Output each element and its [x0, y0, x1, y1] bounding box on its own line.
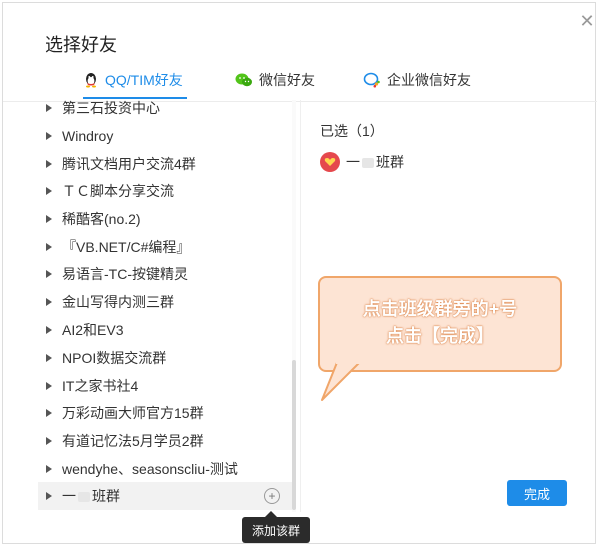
wecom-icon [363, 72, 381, 88]
expand-arrow-icon[interactable] [46, 270, 52, 278]
tab-qq-tim-label: QQ/TIM好友 [105, 72, 183, 88]
group-name: 『VB.NET/C#编程』 [62, 239, 191, 255]
expand-arrow-icon[interactable] [46, 104, 52, 112]
group-name: 万彩动画大师官方15群 [62, 405, 204, 421]
group-row[interactable]: 易语言-TC-按键精灵 [38, 260, 294, 288]
expand-arrow-icon[interactable] [46, 409, 52, 417]
tab-wechat[interactable]: 微信好友 [235, 69, 315, 91]
group-name: 腾讯文档用户交流4群 [62, 156, 196, 172]
group-name: Windroy [62, 128, 114, 144]
group-name: NPOI数据交流群 [62, 350, 167, 366]
group-row[interactable]: wendyhe、seasonscliu-测试 [38, 455, 294, 483]
expand-arrow-icon[interactable] [46, 243, 52, 251]
expand-arrow-icon[interactable] [46, 298, 52, 306]
group-name: 金山写得内测三群 [62, 294, 174, 310]
group-name: 有道记忆法5月学员2群 [62, 433, 204, 449]
group-name: 第三石投资中心 [62, 100, 160, 116]
tab-qq-tim[interactable]: QQ/TIM好友 [83, 69, 183, 91]
group-row[interactable]: 金山写得内测三群 [38, 288, 294, 316]
redacted-mark [362, 158, 374, 169]
group-row[interactable]: Windroy [38, 122, 294, 150]
expand-arrow-icon[interactable] [46, 465, 52, 473]
friend-source-tabs: QQ/TIM好友 微信好友 企业微信好友 [3, 61, 595, 101]
group-row[interactable]: IT之家书社4 [38, 372, 294, 400]
expand-arrow-icon[interactable] [46, 132, 52, 140]
group-name: IT之家书社4 [62, 378, 139, 394]
group-row[interactable]: ＴＣ脚本分享交流 [38, 177, 294, 205]
callout-line-1: 点击班级群旁的+号 [362, 299, 518, 319]
tab-wechat-label: 微信好友 [259, 72, 315, 88]
selected-header: 已选（1） [320, 123, 384, 139]
group-row[interactable]: NPOI数据交流群 [38, 344, 294, 372]
group-row[interactable]: 万彩动画大师官方15群 [38, 399, 294, 427]
selected-item: 一班群 [320, 150, 404, 174]
group-name: 一班群 [62, 488, 120, 504]
tab-wecom-label: 企业微信好友 [387, 72, 471, 88]
expand-arrow-icon[interactable] [46, 187, 52, 195]
group-row[interactable]: 腾讯文档用户交流4群 [38, 150, 294, 178]
done-button[interactable]: 完成 [507, 480, 567, 506]
group-name: ＴＣ脚本分享交流 [62, 183, 174, 199]
group-row[interactable]: AI2和EV3 [38, 316, 294, 344]
add-group-button[interactable]: + [264, 488, 280, 504]
group-row[interactable]: 有道记忆法5月学员2群 [38, 427, 294, 455]
qq-penguin-icon [83, 72, 99, 88]
group-row-hovered[interactable]: 一班群 + [38, 482, 294, 510]
close-icon[interactable]: ✕ [577, 11, 597, 31]
callout-line-2: 点击【完成】 [386, 326, 494, 346]
group-row[interactable]: 稀酷客(no.2) [38, 205, 294, 233]
redacted-mark [78, 492, 90, 503]
group-list: 第三石投资中心 Windroy 腾讯文档用户交流4群 ＴＣ脚本分享交流 稀酷客(… [38, 100, 296, 512]
group-name: AI2和EV3 [62, 322, 124, 338]
expand-arrow-icon[interactable] [46, 354, 52, 362]
expand-arrow-icon[interactable] [46, 382, 52, 390]
group-name: 易语言-TC-按键精灵 [62, 266, 188, 282]
expand-arrow-icon[interactable] [46, 160, 52, 168]
group-row[interactable]: 『VB.NET/C#编程』 [38, 233, 294, 261]
wechat-icon [235, 72, 253, 88]
active-tab-indicator [83, 97, 187, 99]
scrollbar-thumb[interactable] [292, 360, 296, 510]
add-group-tooltip: 添加该群 [242, 517, 310, 543]
group-row[interactable]: 第三石投资中心 [38, 100, 294, 122]
selected-item-name: 一班群 [346, 154, 404, 170]
group-avatar [320, 152, 340, 172]
group-name: 稀酷客(no.2) [62, 211, 141, 227]
callout-text: 点击班级群旁的+号 点击【完成】 [318, 296, 562, 350]
tab-wecom[interactable]: 企业微信好友 [363, 69, 471, 91]
expand-arrow-icon[interactable] [46, 437, 52, 445]
group-name: wendyhe、seasonscliu-测试 [62, 461, 238, 477]
callout-pointer [321, 360, 364, 401]
expand-arrow-icon[interactable] [46, 215, 52, 223]
expand-arrow-icon[interactable] [46, 326, 52, 334]
panel-divider [300, 100, 301, 512]
dialog-title: 选择好友 [45, 35, 117, 55]
expand-arrow-icon[interactable] [46, 492, 52, 500]
